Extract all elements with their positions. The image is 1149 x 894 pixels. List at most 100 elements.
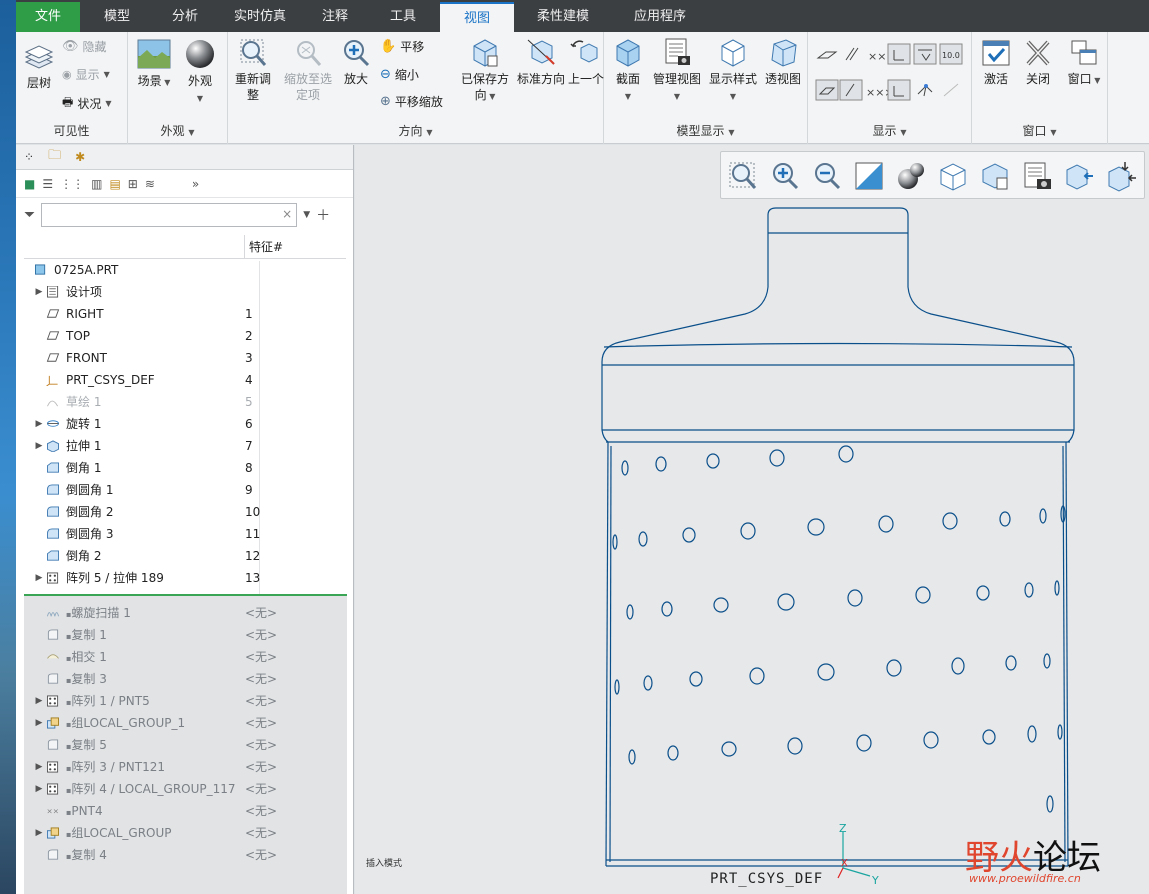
tree-row[interactable]: 倒圆角 3 11 [24, 523, 346, 545]
highlight-icon[interactable]: ▤ [109, 177, 120, 191]
tree-row[interactable]: PRT_CSYS_DEF 4 [24, 369, 346, 391]
standard-orientation-button[interactable]: 标准方向 [514, 36, 568, 87]
show-label: 显示 [75, 68, 100, 82]
filter-tree-icon[interactable]: ⊞ [128, 177, 138, 191]
pan-button[interactable]: ✋ 平移 [380, 38, 424, 55]
tree-row[interactable]: ▪复制 5 <无> [24, 734, 346, 756]
display-style-icon[interactable] [895, 160, 927, 192]
tree-row[interactable]: 倒圆角 2 10 [24, 501, 346, 523]
tree-row[interactable]: ▶ ▪阵列 3 / PNT121 <无> [24, 756, 346, 778]
previous-view-button[interactable]: 上一个 [568, 36, 604, 87]
tree-row[interactable]: 0725A.PRT [24, 259, 346, 281]
ribbon-tab[interactable]: 工具 [366, 2, 440, 32]
model-tree-tab-icon[interactable]: ⁘ [24, 150, 34, 164]
tree-row[interactable]: ▪相交 1 <无> [24, 646, 346, 668]
zoom-to-selected-button[interactable]: 缩放至选 定项 [280, 38, 336, 103]
refit-button[interactable]: 重新调 整 [228, 38, 278, 103]
tree-row[interactable]: ▶ ▪组LOCAL_GROUP_1 <无> [24, 712, 346, 734]
tree-filter-input[interactable] [41, 203, 298, 227]
ribbon-tab[interactable]: 注释 [304, 2, 366, 32]
spin-center-icon[interactable] [1063, 160, 1095, 192]
tree-row[interactable]: TOP 2 [24, 325, 346, 347]
insert-here-line[interactable] [24, 594, 347, 596]
more-icon[interactable]: » [192, 177, 199, 191]
named-views-cube-icon[interactable] [937, 160, 969, 192]
manage-views-button[interactable]: 管理视图 ▼ [650, 36, 704, 105]
hide-button[interactable]: 👁 隐藏 [62, 38, 107, 55]
layer-icon[interactable]: ≋ [145, 177, 155, 191]
tree-row[interactable]: ▶ 旋转 1 6 [24, 413, 346, 435]
tree-row[interactable]: ▶ 阵列 5 / 拉伸 189 13 [24, 567, 346, 589]
tree-row[interactable]: ▪复制 4 <无> [24, 844, 346, 866]
view-manager-icon[interactable] [1021, 160, 1053, 192]
saved-orientations-icon[interactable] [979, 160, 1011, 192]
zoom-out-icon[interactable] [811, 160, 843, 192]
refit-icon[interactable] [727, 160, 759, 192]
tree-row[interactable]: FRONT 3 [24, 347, 346, 369]
tree-row[interactable]: ▶ ▪阵列 1 / PNT5 <无> [24, 690, 346, 712]
expand-arrow-icon[interactable]: ▶ [34, 822, 44, 844]
part-cube-icon[interactable]: ■ [24, 177, 35, 191]
tree-row[interactable]: 倒圆角 1 9 [24, 479, 346, 501]
tree-row[interactable]: 倒角 1 8 [24, 457, 346, 479]
ribbon-tab[interactable]: 模型 [80, 2, 154, 32]
orient-mode-icon[interactable] [1105, 160, 1137, 192]
zoom-in-button[interactable]: 放大 [338, 38, 374, 87]
show-button[interactable]: ◉ 显示 ▼ [62, 66, 110, 83]
tree-row[interactable]: ▶ ▪阵列 4 / LOCAL_GROUP_117 <无> [24, 778, 346, 800]
tree-row[interactable]: 倒角 2 12 [24, 545, 346, 567]
tree-row[interactable]: RIGHT 1 [24, 303, 346, 325]
tree-row[interactable]: ▪螺旋扫描 1 <无> [24, 602, 346, 624]
ribbon-tab[interactable]: 分析 [154, 2, 216, 32]
zoom-in-icon[interactable] [769, 160, 801, 192]
tree-row-feature-number: 7 [245, 439, 253, 453]
saved-orientations-button[interactable]: 已保存方 向 ▼ [458, 36, 512, 105]
tree-row[interactable]: ▶ ▪组LOCAL_GROUP <无> [24, 822, 346, 844]
expand-arrow-icon[interactable]: ▶ [34, 435, 44, 457]
expand-arrow-icon[interactable]: ▶ [34, 778, 44, 800]
folder-browser-tab-icon[interactable]: 🗀 [48, 146, 61, 168]
zoom-out-button[interactable]: ⊖ 缩小 [380, 66, 419, 83]
expand-arrow-icon[interactable]: ▶ [34, 567, 44, 589]
expand-arrow-icon[interactable]: ▶ [34, 281, 44, 303]
ribbon-tab[interactable]: 实时仿真 [216, 2, 304, 32]
pan-zoom-button[interactable]: ⊕ 平移缩放 [380, 93, 443, 110]
expand-arrow-icon[interactable]: ▶ [34, 690, 44, 712]
close-window-button[interactable]: 关闭 [1018, 38, 1058, 87]
appearance-button[interactable]: 外观 ▼ [180, 38, 220, 107]
ribbon-tab[interactable]: 视图 [440, 2, 514, 32]
tree-row[interactable]: ▶ 设计项 [24, 281, 346, 303]
favorites-tab-icon[interactable]: ✱ [75, 150, 85, 164]
hide-eye-icon: 👁 [62, 39, 79, 54]
bottle-hole [655, 456, 667, 472]
ribbon-tab[interactable]: 柔性建模 [514, 2, 612, 32]
windows-menu-button[interactable]: 窗口 ▼ [1064, 38, 1104, 89]
repaint-icon[interactable] [853, 160, 885, 192]
tree-row[interactable]: ▪复制 3 <无> [24, 668, 346, 690]
layer-tree-button[interactable]: 层树 [22, 44, 56, 91]
tree-settings-icon[interactable]: ▥ [91, 177, 102, 191]
perspective-button[interactable]: 透视图 [760, 36, 806, 87]
activate-window-button[interactable]: 激活 [976, 38, 1016, 87]
feature-number-column-header[interactable]: 特征# [244, 235, 283, 259]
status-button[interactable]: 🖶 状况 ▼ [62, 93, 112, 114]
section-button[interactable]: 截面 ▼ [608, 36, 648, 105]
tree-row[interactable]: ▶ 拉伸 1 7 [24, 435, 346, 457]
tree-row[interactable]: ▪复制 1 <无> [24, 624, 346, 646]
add-icon[interactable]: ＋ [316, 205, 330, 225]
tree-row[interactable]: 草绘 1 5 [24, 391, 346, 413]
scene-button[interactable]: 场景 ▼ [134, 38, 174, 91]
ribbon-tab[interactable]: 应用程序 [612, 2, 708, 32]
tree-columns-icon[interactable]: ⋮⋮ [60, 177, 84, 191]
expand-arrow-icon[interactable]: ▶ [34, 712, 44, 734]
expand-arrow-icon[interactable]: ▶ [34, 413, 44, 435]
ribbon-tab[interactable]: 文件 [16, 2, 80, 32]
chevron-down-icon[interactable]: ▼ [303, 210, 310, 220]
expand-arrow-icon[interactable]: ▶ [34, 756, 44, 778]
show-tree-icon[interactable]: ☰ [42, 177, 53, 191]
helical-sweep-icon [47, 612, 59, 617]
graphics-window[interactable]: Z X Y [355, 145, 1149, 894]
display-style-button[interactable]: 显示样式 ▼ [706, 36, 760, 105]
tree-row[interactable]: ××× ▪PNT4 <无> [24, 800, 346, 822]
clear-icon[interactable]: × [282, 207, 292, 221]
